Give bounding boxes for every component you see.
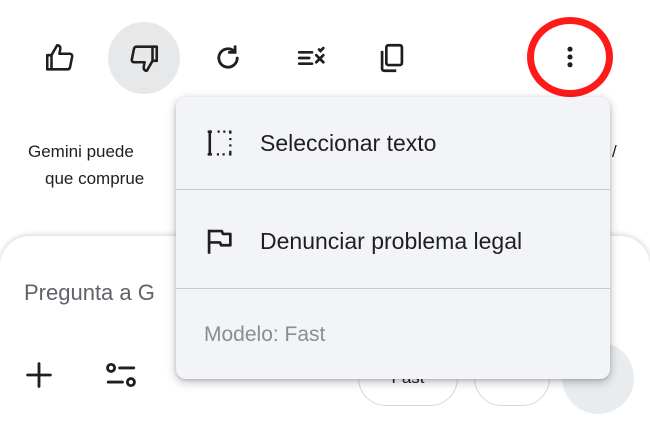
highlight-circle — [527, 17, 613, 97]
model-info-text: Modelo: Fast — [204, 323, 326, 346]
response-actions-toolbar — [0, 0, 650, 112]
thumbs-up-icon — [45, 43, 74, 71]
menu-item-label: Seleccionar texto — [260, 129, 437, 156]
disclaimer-line-1: Gemini puede — [28, 142, 134, 161]
regenerate-icon — [217, 45, 239, 69]
menu-item-label: Denunciar problema legal — [260, 227, 523, 254]
thumbs-down-button[interactable] — [108, 22, 180, 94]
copy-button[interactable] — [356, 22, 428, 94]
menu-item-report-legal[interactable]: Denunciar problema legal — [176, 195, 610, 287]
more-options-menu: Seleccionar texto Denunciar problema leg… — [176, 97, 610, 379]
disclaimer-line-1-end: / — [612, 142, 617, 161]
modify-response-icon — [297, 46, 325, 66]
thumbs-up-button[interactable] — [24, 22, 96, 94]
copy-icon — [380, 43, 404, 73]
menu-divider — [176, 288, 610, 289]
flag-icon — [207, 229, 232, 254]
regenerate-button[interactable] — [192, 22, 264, 94]
menu-item-select-text[interactable]: Seleccionar texto — [176, 97, 610, 189]
tools-icon[interactable] — [102, 358, 140, 392]
select-text-icon — [207, 130, 232, 156]
menu-divider — [176, 189, 610, 190]
add-icon[interactable] — [22, 358, 56, 392]
disclaimer-line-2: que comprue — [45, 169, 145, 188]
thumbs-down-icon — [130, 45, 159, 73]
modify-response-button[interactable] — [276, 22, 348, 94]
prompt-input[interactable]: Pregunta a G — [24, 280, 155, 306]
